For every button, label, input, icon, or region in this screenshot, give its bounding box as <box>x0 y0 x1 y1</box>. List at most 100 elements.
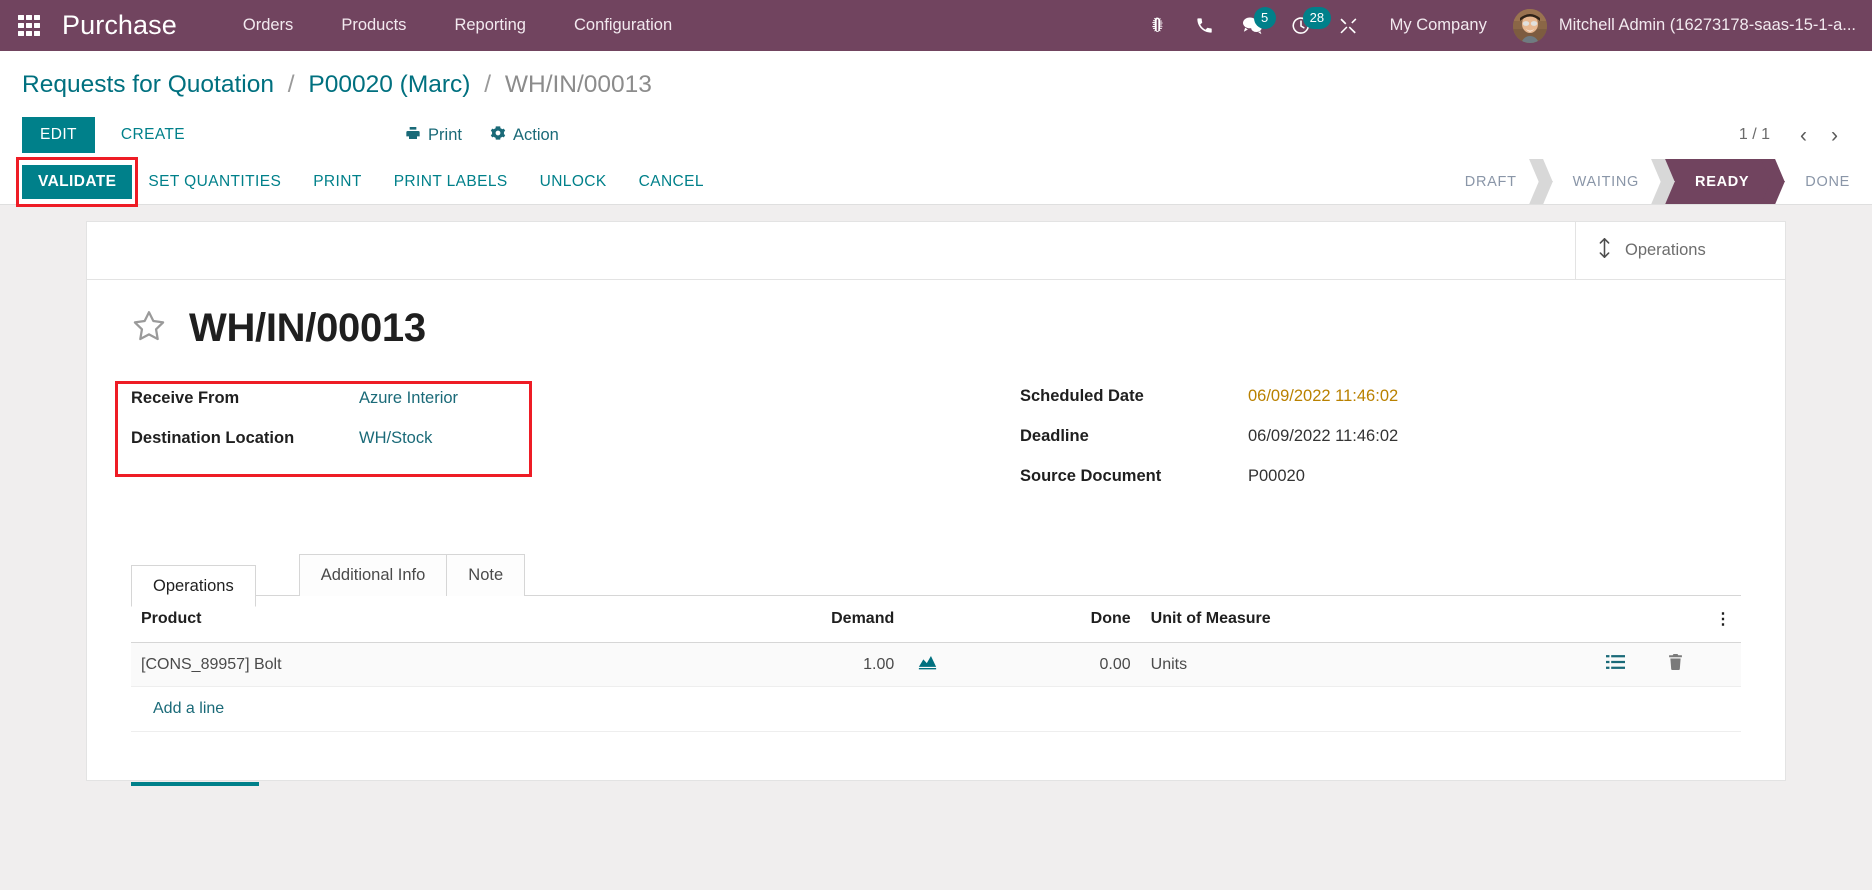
stat-button-label: Operations <box>1625 241 1706 259</box>
edit-button[interactable]: EDIT <box>22 117 95 153</box>
status-waiting[interactable]: WAITING <box>1538 159 1662 204</box>
stat-button-operations[interactable]: Operations <box>1575 222 1785 279</box>
unlock-button[interactable]: UNLOCK <box>524 165 623 199</box>
avatar <box>1512 8 1547 43</box>
top-navbar: Purchase Orders Products Reporting Confi… <box>0 0 1872 51</box>
tab-operations[interactable]: Operations <box>131 565 256 607</box>
user-menu[interactable]: Mitchell Admin (16273178-saas-15-1-a... <box>1505 0 1866 51</box>
printer-icon <box>405 125 421 146</box>
print-button[interactable]: PRINT <box>297 165 378 199</box>
print-label: Print <box>428 125 462 144</box>
field-label-deadline: Deadline <box>1020 427 1089 445</box>
apps-grid-icon[interactable] <box>18 14 40 37</box>
fields-column-right: Scheduled Date 06/09/2022 11:46:02 Deadl… <box>936 387 1741 507</box>
breadcrumb-separator: / <box>484 71 492 98</box>
validate-button[interactable]: VALIDATE <box>22 164 133 199</box>
table-row[interactable]: [CONS_89957] Bolt 1.00 0.00 Units <box>131 642 1741 687</box>
messages-icon[interactable]: 5 <box>1228 0 1277 51</box>
field-source-document: Source Document P00020 <box>1020 467 1741 494</box>
status-ready[interactable]: READY <box>1661 159 1772 204</box>
title-row: WH/IN/00013 <box>131 306 1741 351</box>
control-panel-center: Print Action <box>391 119 573 152</box>
status-pipeline: DRAFT WAITING READY DONE <box>1430 159 1872 204</box>
main-menu: Orders Products Reporting Configuration <box>219 0 696 51</box>
menu-item-reporting[interactable]: Reporting <box>430 0 550 51</box>
arrows-vertical-icon <box>1596 237 1613 264</box>
field-deadline: Deadline 06/09/2022 11:46:02 <box>1020 427 1741 454</box>
status-done[interactable]: DONE <box>1771 159 1872 204</box>
cell-demand: 1.00 <box>640 642 905 687</box>
bug-icon[interactable] <box>1134 0 1181 51</box>
detailed-operations-icon[interactable] <box>1585 642 1645 687</box>
action-buttons: VALIDATE SET QUANTITIES PRINT PRINT LABE… <box>16 156 720 207</box>
activities-clock-icon[interactable]: 28 <box>1277 0 1332 51</box>
cell-unit-of-measure: Units <box>1140 642 1585 687</box>
forecast-report-icon[interactable] <box>904 642 951 687</box>
status-ready-label: READY <box>1695 173 1750 190</box>
field-label-source-document: Source Document <box>1020 467 1162 485</box>
tools-icon[interactable] <box>1325 0 1372 51</box>
column-header-unit-of-measure: Unit of Measure <box>1140 596 1585 643</box>
fields-column-left: Receive From Azure Interior Destination … <box>115 381 936 507</box>
status-draft-label: DRAFT <box>1464 173 1517 190</box>
operations-table: Product Demand Done Unit of Measure ⋮ [C… <box>131 596 1741 732</box>
breadcrumb: Requests for Quotation / P00020 (Marc) /… <box>22 71 1872 99</box>
app-brand-purchase[interactable]: Purchase <box>62 10 177 41</box>
breadcrumb-bar: Requests for Quotation / P00020 (Marc) /… <box>0 51 1872 111</box>
stat-button-box: Operations <box>87 222 1785 280</box>
status-draft[interactable]: DRAFT <box>1430 159 1539 204</box>
phone-icon[interactable] <box>1181 0 1228 51</box>
breadcrumb-separator: / <box>287 71 295 98</box>
status-waiting-label: WAITING <box>1572 173 1640 190</box>
field-value-deadline: 06/09/2022 11:46:02 <box>1248 427 1399 445</box>
pager: 1 / 1 ‹ › <box>1739 123 1848 148</box>
receive-fields-group: Receive From Azure Interior Destination … <box>115 381 533 477</box>
print-menu[interactable]: Print <box>391 119 476 152</box>
tab-additional-info[interactable]: Additional Info <box>298 554 448 596</box>
row-options-spacer <box>1705 642 1741 687</box>
menu-item-orders[interactable]: Orders <box>219 0 317 51</box>
action-status-bar: VALIDATE SET QUANTITIES PRINT PRINT LABE… <box>0 156 1872 207</box>
set-quantities-button[interactable]: SET QUANTITIES <box>132 165 297 199</box>
company-selector[interactable]: My Company <box>1372 16 1505 35</box>
menu-item-products[interactable]: Products <box>317 0 430 51</box>
chevron-left-icon[interactable]: ‹ <box>1790 123 1817 148</box>
column-header-done: Done <box>950 596 1141 643</box>
tab-note[interactable]: Note <box>446 554 526 596</box>
menu-item-configuration[interactable]: Configuration <box>550 0 696 51</box>
breadcrumb-item-requests-for-quotation[interactable]: Requests for Quotation <box>22 71 274 98</box>
breadcrumb-item-current: WH/IN/00013 <box>504 71 652 98</box>
content-area: Operations WH/IN/00013 Receive From Azur… <box>0 205 1872 890</box>
field-value-scheduled-date: 06/09/2022 11:46:02 <box>1248 387 1399 405</box>
field-label-destination-location: Destination Location <box>131 429 295 447</box>
field-value-destination-location[interactable]: WH/Stock <box>359 429 432 448</box>
add-line-row: Add a line <box>131 686 1741 732</box>
column-options-icon[interactable]: ⋮ <box>1705 596 1741 643</box>
field-value-source-document: P00020 <box>1248 467 1305 485</box>
notebook-tabs: Operations Additional Info Note <box>131 553 1741 607</box>
highlight-box-tab-operations <box>251 559 295 600</box>
add-a-line-button[interactable]: Add a line <box>131 687 246 731</box>
status-done-label: DONE <box>1805 173 1850 190</box>
trash-icon[interactable] <box>1645 642 1705 687</box>
form-sheet: Operations WH/IN/00013 Receive From Azur… <box>86 221 1786 786</box>
field-scheduled-date: Scheduled Date 06/09/2022 11:46:02 <box>1020 387 1741 414</box>
page-title: WH/IN/00013 <box>189 306 426 350</box>
control-panel: EDIT CREATE Print Action 1 / 1 ‹ › <box>0 111 1872 159</box>
create-button[interactable]: CREATE <box>105 117 201 153</box>
cancel-button[interactable]: CANCEL <box>623 165 720 199</box>
action-label: Action <box>512 125 559 144</box>
field-value-receive-from[interactable]: Azure Interior <box>359 389 458 408</box>
breadcrumb-item-p00020[interactable]: P00020 (Marc) <box>308 71 470 98</box>
user-name-label: Mitchell Admin (16273178-saas-15-1-a... <box>1558 16 1856 34</box>
print-labels-button[interactable]: PRINT LABELS <box>378 165 524 199</box>
action-menu[interactable]: Action <box>476 119 573 152</box>
table-body: [CONS_89957] Bolt 1.00 0.00 Units Add a … <box>131 642 1741 732</box>
column-header-demand: Demand <box>640 596 905 643</box>
notebook: Operations Additional Info Note Product … <box>131 553 1741 732</box>
table-head: Product Demand Done Unit of Measure ⋮ <box>131 596 1741 643</box>
star-outline-icon[interactable] <box>131 308 167 349</box>
cell-product: [CONS_89957] Bolt <box>131 642 641 687</box>
cell-done: 0.00 <box>950 642 1141 687</box>
chevron-right-icon[interactable]: › <box>1821 123 1848 148</box>
